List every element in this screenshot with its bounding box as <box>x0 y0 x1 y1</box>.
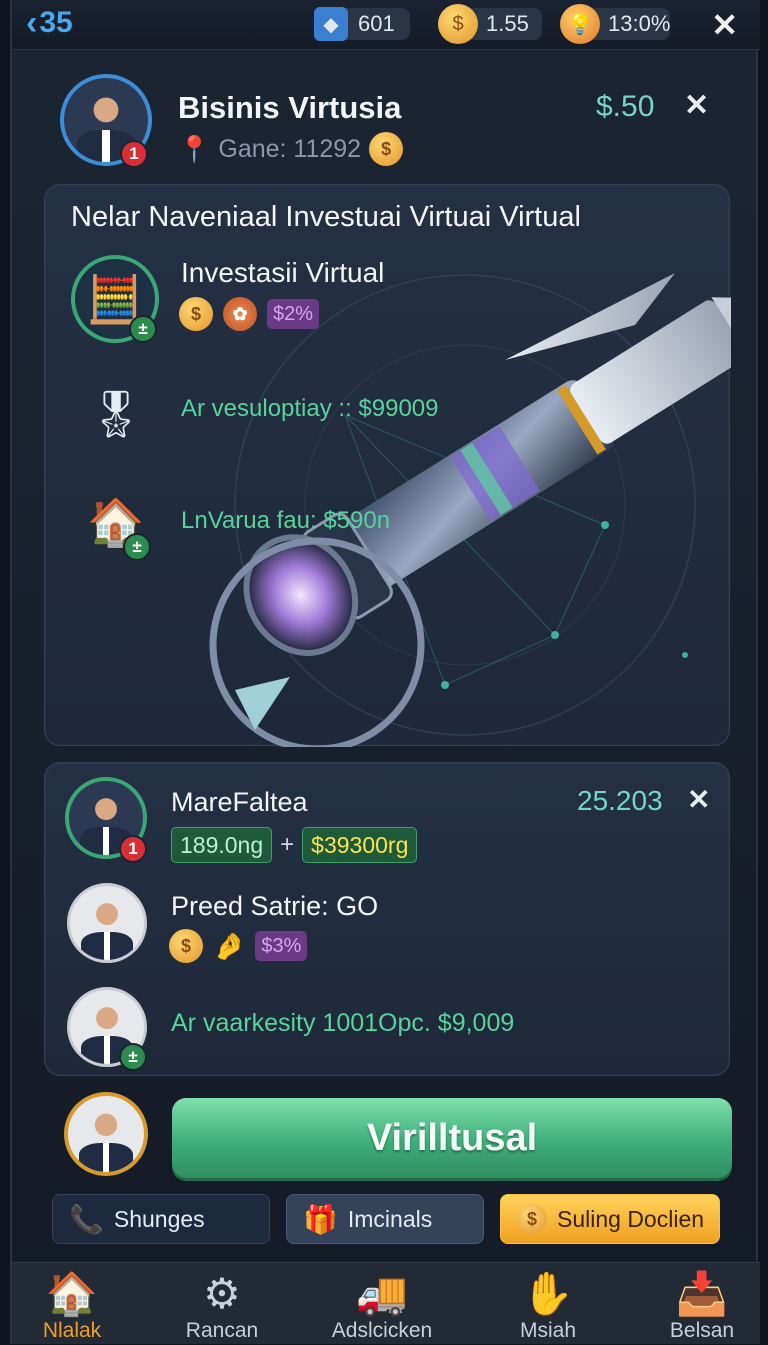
bottom-nav: 🏠 Nlalak ⚙ Rancan 🚚 Adslcicken ✋ Msiah 📥… <box>12 1262 760 1344</box>
phone-icon: 📞 <box>69 1203 104 1235</box>
gem-counter[interactable]: ◆ 601 <box>314 7 410 41</box>
profile-name: Bisinis Virtusia <box>178 90 402 125</box>
panel-title: Nelar Naveniaal Investuai Virtuai Virtua… <box>71 201 581 233</box>
coin-stack-icon: $ <box>179 297 213 331</box>
gift-icon: 🎁 <box>303 1203 338 1235</box>
investment-item-2-label[interactable]: Ar vesuloptiay :: $99009 <box>181 395 439 423</box>
notification-badge: 1 <box>119 835 147 863</box>
close-player-icon[interactable]: ✕ <box>687 783 710 816</box>
nav-item-truck[interactable]: 🚚 Adslcicken <box>312 1263 452 1345</box>
bulb-icon: 💡 <box>560 4 600 44</box>
plus-badge: ± <box>119 1043 147 1071</box>
close-icon[interactable]: ✕ <box>711 6 738 44</box>
suling-label: Suling Doclien <box>557 1205 705 1232</box>
investment-panel: Nelar Naveniaal Investuai Virtuai Virtua… <box>44 184 731 747</box>
imcinals-label: Imcinals <box>347 1205 433 1232</box>
nav-label: Nlalak <box>42 1319 102 1342</box>
shunges-label: Shunges <box>113 1205 205 1232</box>
certificate-icon: 🎖 <box>86 387 146 440</box>
notification-badge: 1 <box>120 140 148 168</box>
shunges-button[interactable]: 📞 Shunges <box>52 1194 270 1244</box>
percent-tag: $3% <box>255 931 308 961</box>
back-button[interactable]: ‹ 35 <box>26 6 73 40</box>
location-pin-icon: 📍 <box>178 133 211 164</box>
coin-counter[interactable]: $ 1.55 <box>438 4 542 44</box>
nav-item-home[interactable]: 🏠 Nlalak <box>2 1263 142 1345</box>
nav-label: Rancan <box>185 1319 259 1342</box>
player-stats: 189.0ng + $39300rg <box>171 827 418 863</box>
coin-stack-icon: $ <box>169 929 203 963</box>
top-bar: ‹ 35 ◆ 601 $ 1.55 💡 13:0% ✕ <box>12 0 760 50</box>
timer-value: 13:0% <box>608 11 671 36</box>
investment-item-1-tags: $ ✿ $2% <box>179 297 320 331</box>
nav-label: Msiah <box>519 1319 577 1342</box>
plus-sign: + <box>280 831 295 858</box>
profile-balance: $.50 <box>596 90 655 123</box>
money-tag: $39300rg <box>302 827 418 863</box>
coin-icon: $ <box>517 1204 547 1234</box>
home-icon: 🏠 <box>45 1270 99 1317</box>
bug-icon: ✿ <box>223 297 257 331</box>
hand-icon: ✋ <box>521 1270 575 1317</box>
stat-tag: 189.0ng <box>171 827 273 863</box>
percent-tag: $2% <box>267 299 320 329</box>
player-avatar[interactable] <box>64 1092 148 1176</box>
hand-icon: 🤌 <box>213 930 246 961</box>
plus-badge: ± <box>123 533 151 561</box>
gem-icon: ◆ <box>314 7 348 41</box>
investment-item-1-label: Investasii Virtual <box>181 257 385 288</box>
game-id: Gane: 11292 <box>218 134 362 163</box>
suling-doclien-button[interactable]: $ Suling Doclien <box>500 1194 720 1244</box>
imcinals-button[interactable]: 🎁 Imcinals <box>286 1194 484 1244</box>
gear-icon: ⚙ <box>203 1270 241 1317</box>
plus-badge: ± <box>129 315 157 343</box>
truck-icon: 🚚 <box>355 1270 409 1317</box>
nav-item-inbox[interactable]: 📥 Belsan <box>632 1263 768 1345</box>
coin-value: 1.55 <box>486 11 529 36</box>
player-name: MareFaltea <box>171 787 308 817</box>
game-id-row: 📍 Gane: 11292 $ <box>178 132 404 166</box>
chevron-left-icon: ‹ <box>26 4 38 42</box>
energy-timer[interactable]: 💡 13:0% <box>560 4 671 44</box>
close-profile-icon[interactable]: ✕ <box>684 88 709 123</box>
player-score: 25.203 <box>577 785 663 816</box>
players-panel: 1 MareFaltea 25.203 ✕ 189.0ng + $39300rg… <box>44 762 730 1076</box>
inbox-icon: 📥 <box>675 1270 729 1317</box>
player-avatar[interactable] <box>67 883 147 963</box>
investment-item-3-label[interactable]: LnVarua fau: $590n <box>181 507 390 535</box>
coin-icon: $ <box>438 4 478 44</box>
game-window: ‹ 35 ◆ 601 $ 1.55 💡 13:0% ✕ 1 Bisinis Vi… <box>10 0 760 1344</box>
player-tags: $ 🤌 $3% <box>169 929 308 963</box>
back-count: 35 <box>39 6 73 39</box>
player-name: Preed Satrie: GO <box>171 891 379 921</box>
nav-label: Belsan <box>669 1319 735 1342</box>
gem-value: 601 <box>358 11 395 36</box>
nav-label: Adslcicken <box>331 1319 433 1342</box>
coin-icon: $ <box>369 132 404 166</box>
player-summary[interactable]: Ar vaarkesity 1001Opc. $9,009 <box>171 1009 514 1038</box>
nav-item-settings[interactable]: ⚙ Rancan <box>152 1263 292 1345</box>
nav-item-hand[interactable]: ✋ Msiah <box>478 1263 618 1345</box>
virtual-action-button[interactable]: Virilltusal <box>172 1098 732 1178</box>
